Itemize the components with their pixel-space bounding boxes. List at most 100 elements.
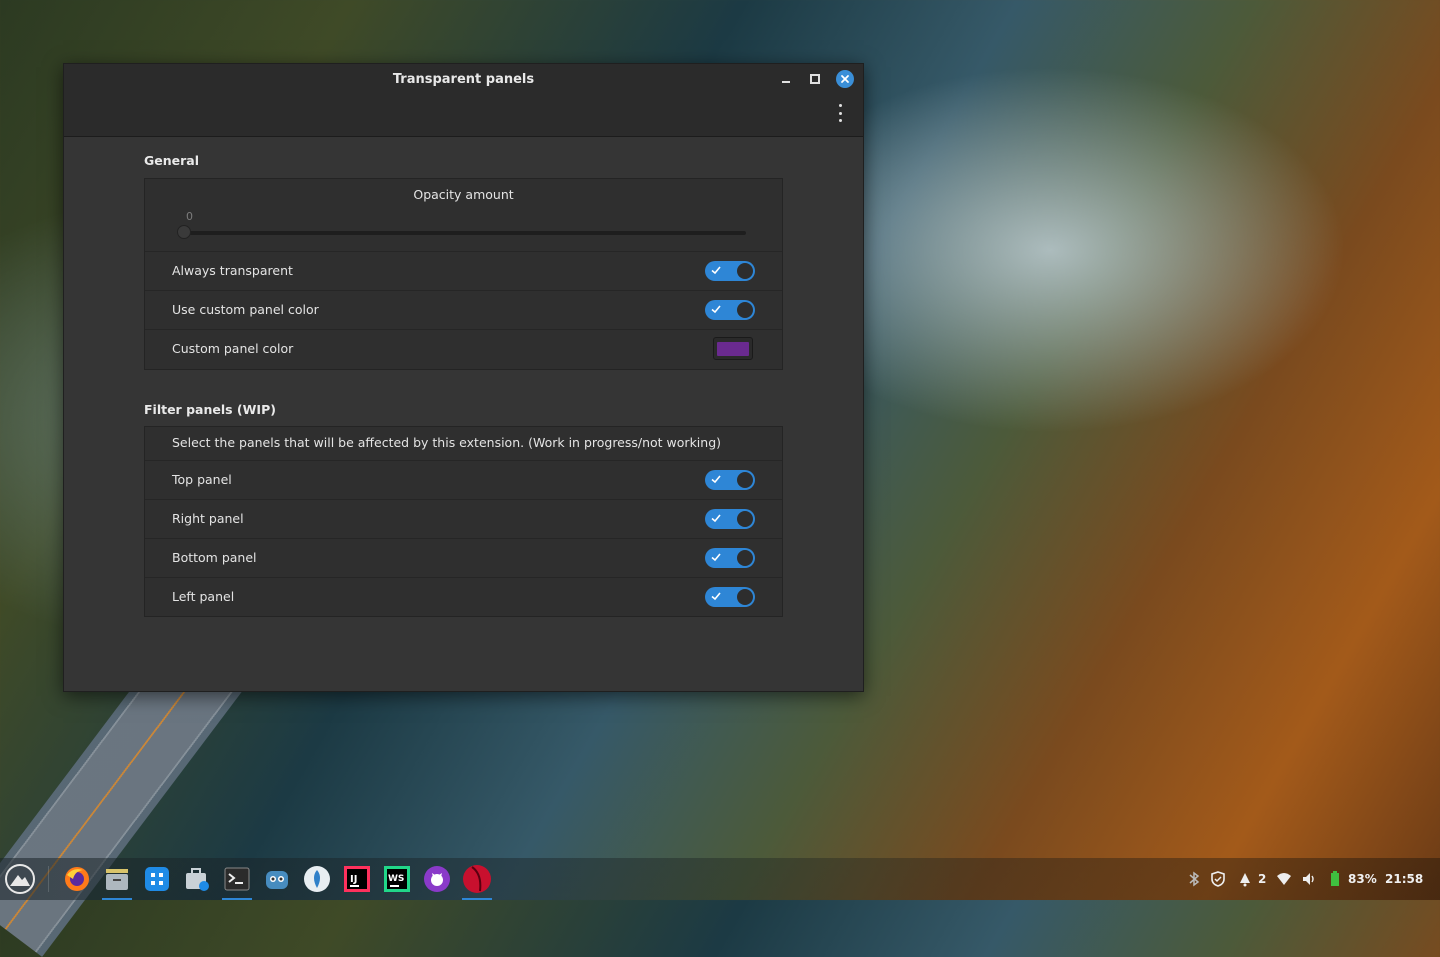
general-group: Opacity amount 0 Always transparent Use … [144,178,783,370]
intellij-launcher[interactable]: IJ [342,864,372,894]
bottom-panel-toggle[interactable] [705,548,755,568]
intellij-icon: IJ [344,866,370,892]
menu-icon [5,864,35,894]
settings-window: Transparent panels General Opacity amoun… [63,63,864,692]
security-tray[interactable] [1210,871,1226,887]
window-title: Transparent panels [392,72,535,87]
godot-icon [266,871,288,889]
battery-tray[interactable] [1327,871,1343,887]
color-picker-button[interactable] [713,337,753,360]
toggle-knob [737,472,753,488]
always-transparent-label: Always transparent [172,263,293,278]
top-panel-label: Top panel [172,472,232,487]
bluetooth-tray[interactable] [1186,871,1202,887]
general-row-use-custom-color: Use custom panel color [145,290,782,329]
menu-button[interactable] [5,864,35,894]
files-icon [106,869,128,890]
github-icon [424,866,450,892]
svg-text:WS: WS [388,874,404,884]
use-custom-color-toggle[interactable] [705,300,755,320]
filter-description: Select the panels that will be affected … [172,435,722,450]
webstorm-launcher[interactable]: WS [382,864,412,894]
notifications-tray[interactable] [1237,871,1253,887]
left-panel-toggle[interactable] [705,587,755,607]
clock[interactable]: 21:58 [1385,858,1423,900]
notification-icon [1240,873,1250,887]
check-icon [711,266,721,275]
app-center-launcher[interactable] [142,864,172,894]
store-icon [186,868,209,891]
right-panel-label: Right panel [172,511,244,526]
close-button[interactable] [836,70,854,88]
firefox-icon [65,867,89,891]
check-icon [711,514,721,523]
filter-row-right: Right panel [145,499,782,538]
battery-percentage: 83% [1348,872,1377,886]
top-panel-toggle[interactable] [705,470,755,490]
extension-launcher[interactable] [462,864,492,900]
volume-tray[interactable] [1301,871,1317,887]
webstorm-icon: WS [384,866,410,892]
minimize-icon [782,81,790,83]
check-icon [711,475,721,484]
general-row-custom-color: Custom panel color [145,329,782,369]
always-transparent-toggle[interactable] [705,261,755,281]
terminal-launcher[interactable] [222,864,252,900]
store-launcher[interactable] [182,864,212,894]
taskbar-separator [48,866,49,892]
maximize-button[interactable] [806,70,824,88]
custom-color-label: Custom panel color [172,341,294,356]
right-panel-toggle[interactable] [705,509,755,529]
general-section-title: General [144,153,199,168]
vscodium-launcher[interactable] [302,864,332,894]
bottom-panel-label: Bottom panel [172,550,257,565]
minimize-button[interactable] [777,70,795,88]
title-bar: Transparent panels [64,64,863,137]
kebab-menu-icon [838,104,842,107]
filter-row-top: Top panel [145,460,782,499]
check-icon [711,592,721,601]
kebab-dot [838,111,842,115]
kebab-dot [838,119,842,122]
general-row-always-transparent: Always transparent [145,251,782,290]
close-icon [841,75,849,83]
color-swatch [717,341,749,356]
files-launcher[interactable] [102,864,132,900]
left-panel-label: Left panel [172,589,235,604]
taskbar: IJ WS 2 83% 21:58 [0,858,1440,900]
network-tray[interactable] [1276,871,1292,887]
filter-row-bottom: Bottom panel [145,538,782,577]
toggle-knob [737,263,753,279]
godot-launcher[interactable] [262,864,292,894]
more-options-button[interactable] [834,104,846,122]
svg-text:IJ: IJ [350,874,357,885]
maximize-icon [810,74,820,84]
opacity-slider-track[interactable] [181,231,746,235]
firefox-launcher[interactable] [62,864,92,894]
toggle-knob [737,589,753,605]
vscodium-icon [304,866,330,892]
terminal-icon [224,867,250,891]
check-icon [711,553,721,562]
toggle-knob [737,511,753,527]
wifi-icon [1277,873,1291,885]
toggle-knob [737,302,753,318]
filter-row-left: Left panel [145,577,782,616]
filter-group: Select the panels that will be affected … [144,426,783,617]
bluetooth-icon [1189,871,1200,887]
check-icon [711,305,721,314]
filter-section-title: Filter panels (WIP) [144,402,276,417]
volume-icon [1303,873,1314,885]
extension-icon [463,865,491,893]
filter-description-row: Select the panels that will be affected … [145,427,782,460]
notifications-count: 2 [1258,872,1267,886]
shield-icon [1211,871,1225,887]
battery-icon [1331,871,1339,886]
opacity-value: 0 [186,210,193,223]
toggle-knob [737,550,753,566]
opacity-slider-handle[interactable] [177,225,191,239]
opacity-label: Opacity amount [413,187,514,202]
app-center-icon [145,867,169,891]
github-launcher[interactable] [422,864,452,894]
use-custom-color-label: Use custom panel color [172,302,319,317]
